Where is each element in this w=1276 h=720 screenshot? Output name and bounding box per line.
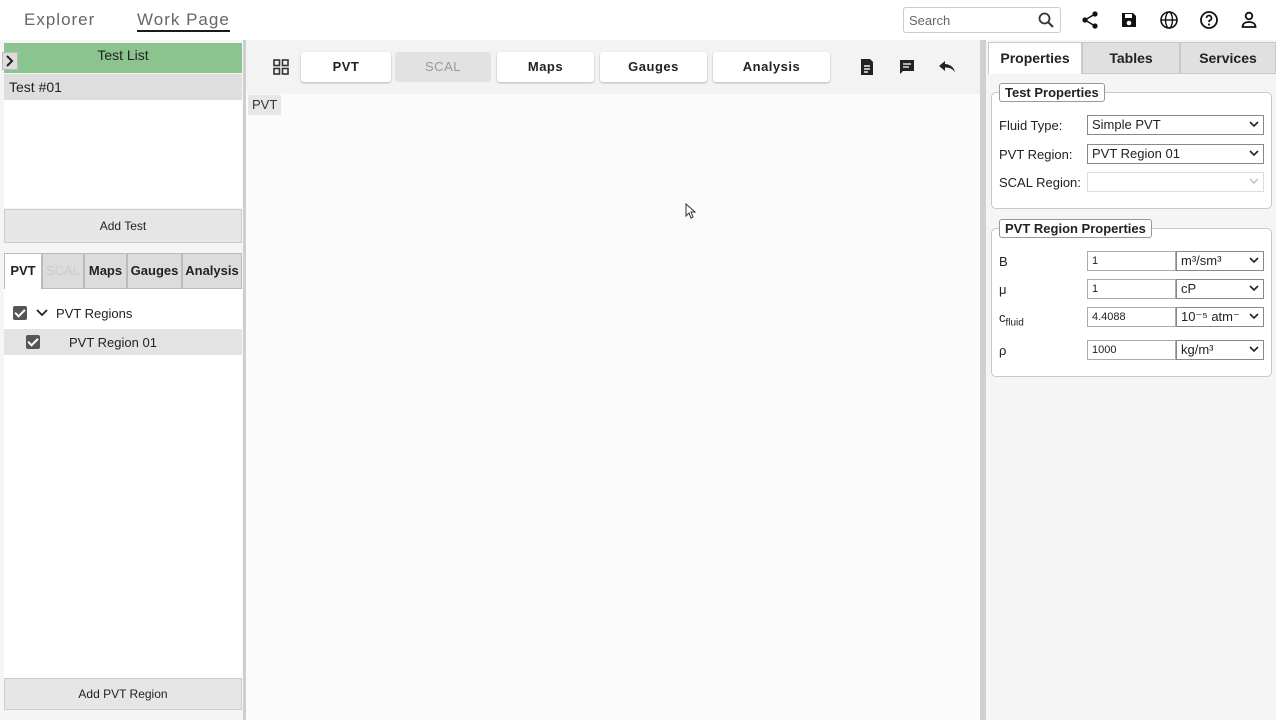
- chevron-down-icon[interactable]: [36, 308, 48, 318]
- pvt-region-properties-title: PVT Region Properties: [999, 219, 1152, 238]
- c-fluid-value-input[interactable]: 4.4088: [1087, 307, 1176, 327]
- test-list-body: [4, 100, 242, 208]
- top-bar: Explorer Work Page: [0, 0, 1276, 40]
- c-fluid-unit-select[interactable]: 10⁻⁵ atm⁻: [1176, 307, 1264, 327]
- search-input[interactable]: [909, 11, 1034, 29]
- add-test-button[interactable]: Add Test: [4, 209, 242, 243]
- tree-group-label: PVT Regions: [56, 306, 133, 321]
- right-panel: Properties Tables Services Test Properti…: [986, 40, 1276, 720]
- pvt-chip: PVT: [248, 95, 282, 115]
- mu-unit-value: cP: [1181, 281, 1197, 296]
- pvt-region-value: PVT Region 01: [1092, 146, 1180, 161]
- fluid-type-select[interactable]: Simple PVT: [1087, 115, 1264, 135]
- pvt-region-properties-group: PVT Region Properties B 1 m³/sm³ μ 1 cP …: [991, 219, 1272, 377]
- b-value-input[interactable]: 1: [1087, 251, 1176, 271]
- globe-icon[interactable]: [1159, 10, 1179, 30]
- pvt-region-label: PVT Region:: [999, 147, 1073, 162]
- mu-unit-select[interactable]: cP: [1176, 279, 1264, 299]
- chevron-down-icon: [1249, 313, 1259, 320]
- rho-unit-value: kg/m³: [1181, 342, 1214, 357]
- center-tab-gauges[interactable]: Gauges: [600, 52, 707, 82]
- grid-icon[interactable]: [273, 59, 289, 75]
- left-panel: Test List Test #01 Add Test PVT SCAL Map…: [0, 40, 246, 720]
- search-box: [903, 7, 1061, 33]
- chevron-down-icon: [1249, 285, 1259, 292]
- comment-icon[interactable]: [898, 58, 916, 76]
- undo-icon[interactable]: [938, 58, 956, 76]
- expand-panel-button[interactable]: [2, 52, 18, 70]
- tab-explorer[interactable]: Explorer: [24, 10, 95, 30]
- test-list-header: Test List: [4, 43, 242, 73]
- left-tab-analysis[interactable]: Analysis: [182, 253, 242, 289]
- mouse-cursor-icon: [685, 203, 697, 219]
- center-tab-pvt[interactable]: PVT: [301, 52, 391, 82]
- mu-value-input[interactable]: 1: [1087, 279, 1176, 299]
- center-tab-analysis[interactable]: Analysis: [713, 52, 830, 82]
- c-fluid-unit-value: 10⁻⁵ atm⁻: [1181, 309, 1240, 324]
- work-area: PVT SCAL Maps Gauges Analysis PVT: [246, 40, 980, 720]
- scal-region-label: SCAL Region:: [999, 175, 1081, 190]
- left-tab-scal: SCAL: [42, 253, 84, 289]
- chevron-right-icon: [6, 55, 14, 67]
- rho-value-input[interactable]: 1000: [1087, 340, 1176, 360]
- test-properties-group: Test Properties Fluid Type: Simple PVT P…: [991, 83, 1272, 209]
- tree-group-row[interactable]: PVT Regions: [4, 301, 242, 325]
- center-tab-maps[interactable]: Maps: [497, 52, 594, 82]
- pvt-tree: PVT Regions PVT Region 01: [4, 289, 242, 678]
- c-fluid-label: cfluid: [999, 310, 1024, 329]
- b-unit-select[interactable]: m³/sm³: [1176, 251, 1264, 271]
- add-pvt-region-button[interactable]: Add PVT Region: [4, 678, 242, 710]
- chevron-down-icon: [1249, 150, 1259, 157]
- chevron-down-icon: [1249, 121, 1259, 128]
- right-tab-services[interactable]: Services: [1180, 42, 1276, 74]
- test-list-item[interactable]: Test #01: [4, 74, 242, 100]
- chevron-down-icon: [1249, 178, 1259, 184]
- left-tab-pvt[interactable]: PVT: [4, 253, 42, 289]
- user-icon[interactable]: [1239, 10, 1259, 30]
- left-tab-gauges[interactable]: Gauges: [127, 253, 182, 289]
- rho-unit-select[interactable]: kg/m³: [1176, 340, 1264, 360]
- pvt-region-select[interactable]: PVT Region 01: [1087, 144, 1264, 164]
- b-label: B: [999, 254, 1008, 269]
- document-icon[interactable]: [858, 58, 876, 76]
- center-tab-scal: SCAL: [395, 52, 491, 82]
- pvt-region-checkbox[interactable]: [26, 335, 40, 349]
- chevron-down-icon: [1249, 257, 1259, 264]
- save-icon[interactable]: [1119, 10, 1139, 30]
- scal-region-select: [1087, 172, 1264, 192]
- center-toolbar: PVT SCAL Maps Gauges Analysis: [246, 40, 980, 94]
- chevron-down-icon: [1249, 346, 1259, 353]
- share-icon[interactable]: [1080, 10, 1100, 30]
- help-icon[interactable]: [1199, 10, 1219, 30]
- test-properties-title: Test Properties: [999, 83, 1105, 102]
- left-tab-maps[interactable]: Maps: [84, 253, 127, 289]
- fluid-type-value: Simple PVT: [1092, 117, 1161, 132]
- right-tab-properties[interactable]: Properties: [988, 42, 1082, 74]
- pvt-regions-checkbox[interactable]: [13, 306, 27, 320]
- b-unit-value: m³/sm³: [1181, 253, 1222, 268]
- tree-item-row[interactable]: PVT Region 01: [4, 329, 242, 355]
- tree-item-label: PVT Region 01: [69, 335, 157, 350]
- tab-work-page[interactable]: Work Page: [137, 10, 230, 32]
- rho-label: ρ: [999, 343, 1007, 358]
- mu-label: μ: [999, 282, 1007, 297]
- fluid-type-label: Fluid Type:: [999, 118, 1063, 133]
- right-tab-tables[interactable]: Tables: [1082, 42, 1180, 74]
- search-icon[interactable]: [1038, 12, 1054, 28]
